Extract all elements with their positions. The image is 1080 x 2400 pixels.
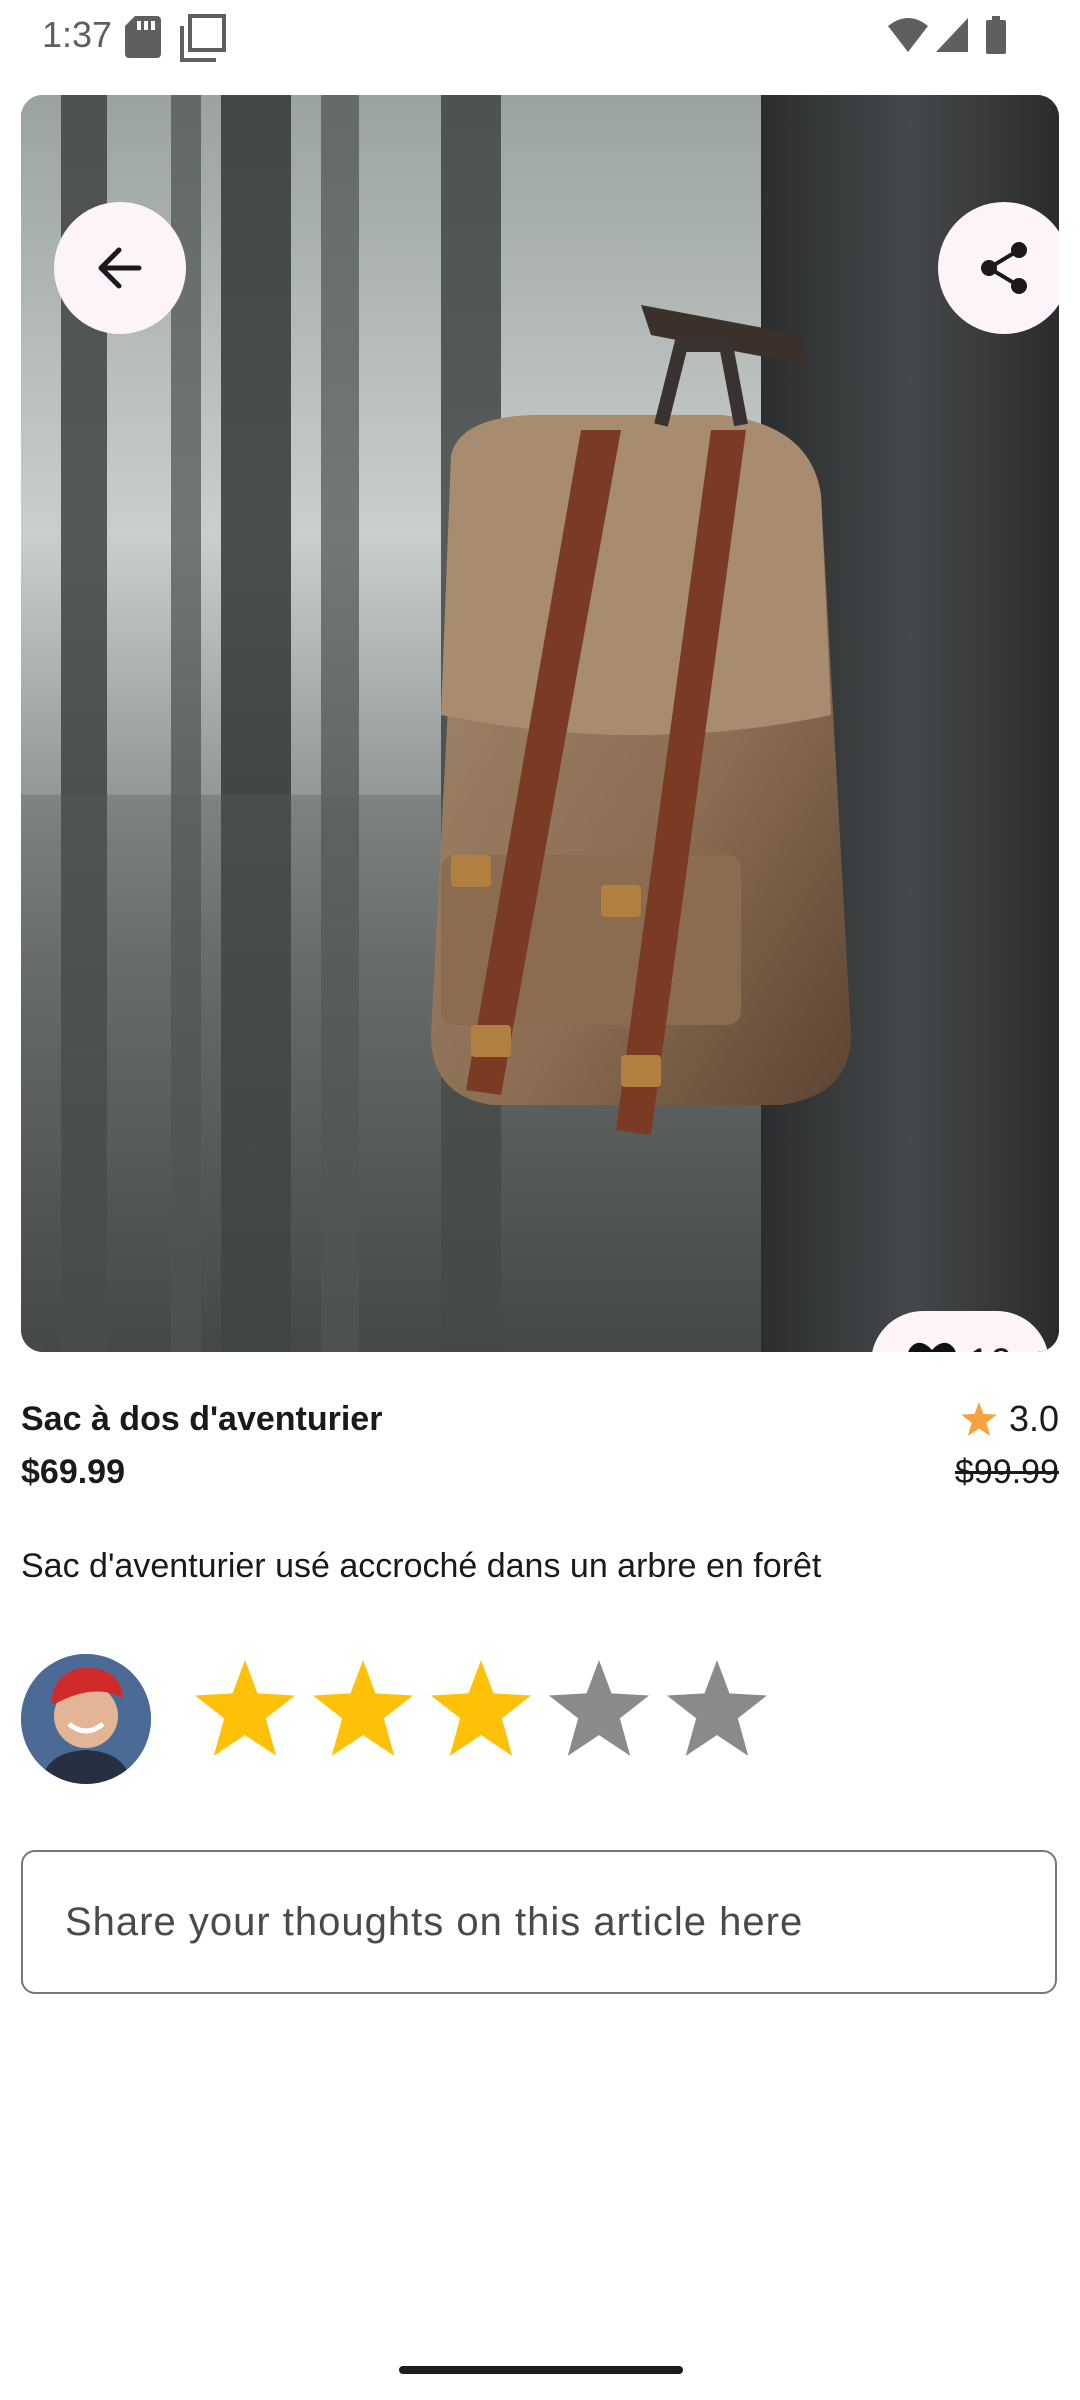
comment-input[interactable]: [63, 1898, 1027, 1946]
rating-summary: 3.0: [961, 1398, 1059, 1440]
product-image: 10: [21, 95, 1059, 1352]
comment-field[interactable]: [21, 1850, 1057, 1994]
star-icon: [961, 1402, 997, 1436]
battery-icon: [986, 16, 1006, 54]
old-price: $99.99: [955, 1453, 1059, 1491]
heart-icon: [908, 1342, 956, 1352]
star-4-icon[interactable]: [549, 1658, 649, 1758]
rating-value: 3.0: [1008, 1398, 1059, 1439]
sd-card-icon: [125, 16, 161, 58]
like-button[interactable]: 10: [871, 1311, 1049, 1352]
wifi-icon: [888, 18, 928, 52]
status-bar: 1:37: [0, 0, 1080, 84]
star-3-icon[interactable]: [431, 1658, 531, 1758]
arrow-left-icon: [98, 247, 142, 289]
user-avatar: [21, 1654, 151, 1784]
share-icon: [981, 242, 1027, 294]
review-rating[interactable]: [195, 1658, 767, 1758]
star-1-icon[interactable]: [195, 1658, 295, 1758]
screenshot-icon: [180, 14, 226, 62]
product-title: Sac à dos d'aventurier: [21, 1400, 383, 1438]
back-button[interactable]: [54, 202, 186, 334]
star-2-icon[interactable]: [313, 1658, 413, 1758]
signal-icon: [936, 18, 968, 52]
status-time: 1:37: [42, 14, 113, 55]
product-description: Sac d'aventurier usé accroché dans un ar…: [21, 1547, 822, 1585]
home-indicator[interactable]: [399, 2366, 683, 2374]
like-count: 10: [968, 1341, 1013, 1353]
share-button[interactable]: [938, 202, 1059, 334]
product-price: $69.99: [21, 1453, 125, 1491]
star-5-icon[interactable]: [667, 1658, 767, 1758]
